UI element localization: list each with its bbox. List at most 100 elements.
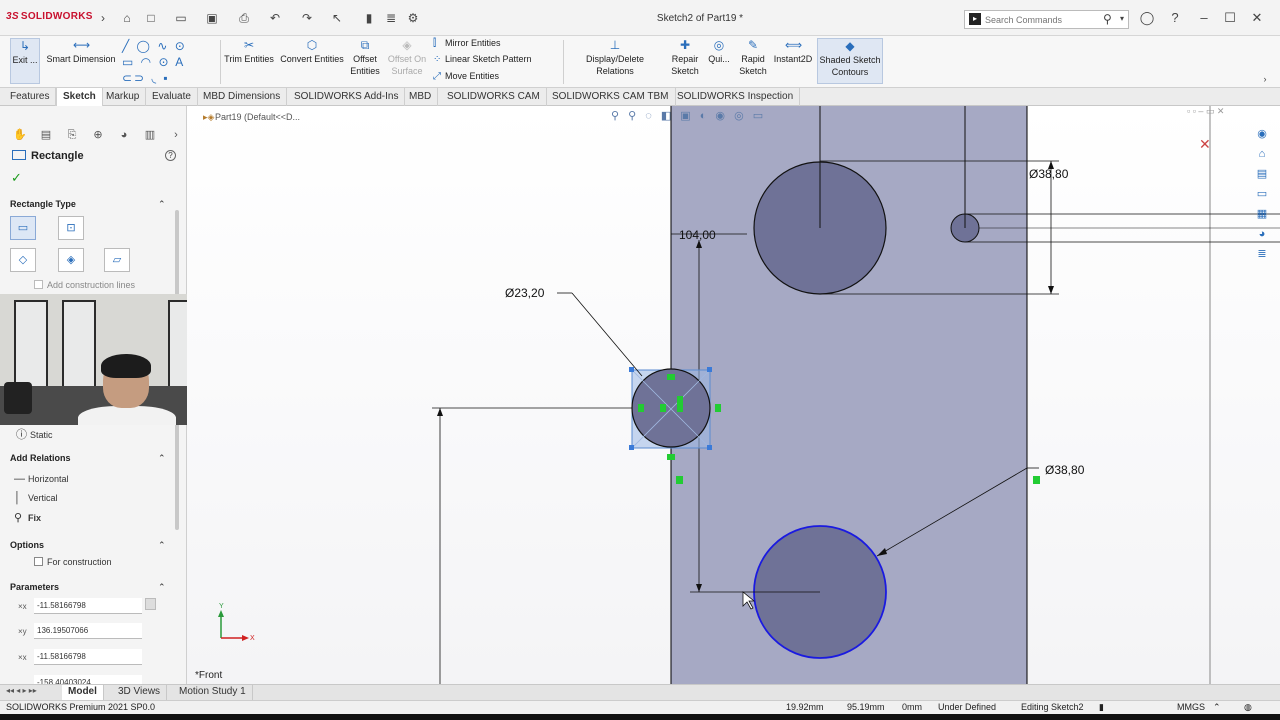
relation-fix[interactable]: ⚲ Fix — [14, 511, 41, 524]
search-commands-box[interactable]: ▸ ⚲ ▾ — [964, 10, 1129, 29]
linear-pattern-button[interactable]: ⁘ Linear Sketch Pattern — [433, 54, 532, 65]
file-explorer-icon[interactable]: ▭ — [1254, 186, 1270, 202]
close-icon[interactable]: ✕ — [1249, 10, 1265, 26]
status-tooltip-icon[interactable]: ◍ — [1244, 702, 1252, 713]
help-icon[interactable]: ? — [165, 150, 176, 161]
offset-entities-button[interactable]: ⧉ Offset Entities — [348, 38, 382, 77]
configuration-manager-icon[interactable]: ⎘ — [64, 127, 80, 143]
param-x1-input[interactable] — [34, 598, 142, 614]
chevron-up-icon[interactable]: ⌃ — [158, 199, 166, 210]
center-rectangle-button[interactable]: ⊡ — [58, 216, 84, 240]
feature-tree-flyout[interactable]: ▸◈Part19 (Default<<D... — [203, 112, 300, 123]
cam-manager-icon[interactable]: ▥ — [142, 127, 158, 143]
select-arrow-icon[interactable]: ↖ — [328, 9, 346, 27]
relation-horizontal[interactable]: — Horizontal — [14, 473, 69, 485]
view-palette-icon[interactable]: ▦ — [1254, 206, 1270, 222]
tab-evaluate[interactable]: Evaluate — [146, 88, 198, 106]
exit-sketch-button[interactable]: ↳ Exit ... — [10, 38, 40, 84]
line-circle-spline-row[interactable]: ╱ ◯ ∿ ⊙ — [122, 38, 220, 54]
design-library-icon[interactable]: ▤ — [1254, 166, 1270, 182]
offset-on-surface-button[interactable]: ◈ Offset On Surface — [385, 38, 429, 77]
chevron-down-icon[interactable]: ▾ — [1120, 14, 1124, 23]
param-y2-input[interactable] — [34, 675, 142, 684]
rebuild-indicator-icon[interactable]: ▮ — [1099, 702, 1104, 713]
tab-features[interactable]: Features — [4, 88, 57, 106]
tab-3d-views[interactable]: 3D Views — [112, 685, 168, 700]
tab-model[interactable]: Model — [62, 685, 104, 700]
parameters-header[interactable]: Parameters — [10, 582, 59, 592]
trim-entities-button[interactable]: ✂ Trim Entities — [222, 38, 276, 65]
appearances-icon[interactable]: ◕ — [1254, 226, 1270, 242]
dimension-linear[interactable]: 104,00 — [679, 228, 716, 242]
status-units[interactable]: MMGS — [1177, 702, 1205, 712]
property-manager-icon[interactable]: ▤ — [38, 127, 54, 143]
print-icon[interactable]: ⎙ — [235, 9, 253, 27]
rectangle-arc-polygon-row[interactable]: ▭ ◠ ⊙ A — [122, 54, 220, 70]
param-x2-input[interactable] — [34, 649, 142, 665]
panel-more-icon[interactable]: › — [168, 127, 184, 143]
rebuild-icon[interactable]: ▮ — [360, 9, 378, 27]
tab-markup[interactable]: Markup — [100, 88, 147, 106]
repair-sketch-button[interactable]: ✚ Repair Sketch — [668, 38, 702, 77]
dimension-top-right[interactable]: Ø38,80 — [1029, 167, 1069, 181]
dimension-bottom-right[interactable]: Ø38,80 — [1045, 463, 1085, 477]
custom-properties-icon[interactable]: ≣ — [1254, 246, 1270, 262]
slot-fillet-point-row[interactable]: ⊂⊃ ◟ ▪ — [122, 70, 220, 86]
tab-motion-study-1[interactable]: Motion Study 1 — [173, 685, 253, 700]
dimension-left[interactable]: Ø23,20 — [505, 286, 545, 300]
solidworks-resources-icon[interactable]: ◉ — [1254, 126, 1270, 142]
options-gear-icon[interactable]: ⚙ — [404, 9, 422, 27]
home-icon[interactable]: ⌂ — [1254, 146, 1270, 162]
save-icon[interactable]: ▣ — [203, 9, 221, 27]
rapid-sketch-button[interactable]: ✎ Rapid Sketch — [737, 38, 769, 77]
search-commands-input[interactable] — [985, 13, 1095, 26]
add-relations-header[interactable]: Add Relations — [10, 453, 71, 463]
home-icon[interactable]: ⌂ — [118, 9, 136, 27]
rectangle-type-header[interactable]: Rectangle Type — [10, 199, 76, 209]
chevron-up-icon[interactable]: ⌃ — [158, 582, 166, 593]
three-point-corner-rectangle-button[interactable]: ◇ — [10, 248, 36, 272]
instant2d-button[interactable]: ⟺ Instant2D — [771, 38, 815, 65]
ribbon-scroll-icon[interactable]: › — [1256, 70, 1274, 88]
tab-solidworks-add-ins[interactable]: SOLIDWORKS Add-Ins — [288, 88, 406, 106]
corner-rectangle-button[interactable]: ▭ — [10, 216, 36, 240]
tab-mbd[interactable]: MBD — [403, 88, 439, 106]
three-point-center-rectangle-button[interactable]: ◈ — [58, 248, 84, 272]
tab-nav-arrows[interactable]: ◂◂ ◂ ▸ ▸▸ — [6, 686, 37, 695]
feature-manager-icon[interactable]: ✋ — [12, 127, 28, 143]
quick-snaps-button[interactable]: ◎ Qui... — [704, 38, 734, 65]
search-icon[interactable]: ⚲ — [1103, 12, 1112, 26]
shaded-sketch-contours-button[interactable]: ◆ Shaded Sketch Contours — [817, 38, 883, 84]
sketch-entity-tools[interactable]: ╱ ◯ ∿ ⊙ ▭ ◠ ⊙ A ⊂⊃ ◟ ▪ — [122, 38, 220, 86]
chevron-up-icon[interactable]: ⌃ — [158, 540, 166, 551]
display-manager-icon[interactable]: ◕ — [116, 127, 132, 143]
user-account-icon[interactable]: ◯ — [1139, 10, 1155, 26]
tab-solidworks-cam[interactable]: SOLIDWORKS CAM — [441, 88, 547, 106]
add-construction-lines-checkbox[interactable]: Add construction lines — [34, 280, 135, 290]
undo-icon[interactable]: ↶ — [266, 9, 284, 27]
file-properties-icon[interactable]: ≣ — [382, 9, 400, 27]
mirror-entities-button[interactable]: ⫿ Mirror Entities — [433, 38, 501, 49]
maximize-icon[interactable]: ☐ — [1222, 10, 1238, 26]
menu-arrow-icon[interactable]: › — [94, 9, 112, 27]
search-type-icon[interactable]: ▸ — [969, 13, 981, 25]
options-header[interactable]: Options — [10, 540, 44, 550]
minimize-icon[interactable]: – — [1196, 10, 1212, 26]
open-folder-icon[interactable]: ▭ — [172, 9, 190, 27]
convert-entities-button[interactable]: ⬡ Convert Entities — [278, 38, 346, 65]
chevron-up-icon[interactable]: ⌃ — [158, 453, 166, 464]
new-document-icon[interactable]: □ — [142, 9, 160, 27]
param-y1-input[interactable] — [34, 623, 142, 639]
heads-up-view-toolbar[interactable]: ⚲ ⚲ ◌ ◧ ▣ ◐ ◉ ◎ ▭ — [611, 109, 851, 125]
tab-mbd-dimensions[interactable]: MBD Dimensions — [197, 88, 288, 106]
redo-icon[interactable]: ↷ — [298, 9, 316, 27]
move-entities-button[interactable]: ⤢ Move Entities — [433, 71, 499, 82]
solidworks-logo[interactable]: 3S SOLIDWORKS — [6, 11, 93, 22]
display-delete-relations-button[interactable]: ⊥ Display/Delete Relations — [566, 38, 664, 77]
tab-sketch[interactable]: Sketch — [56, 88, 103, 106]
tab-solidworks-cam-tbm[interactable]: SOLIDWORKS CAM TBM — [546, 88, 676, 106]
sketch-confirm-corner[interactable]: ✕ — [1199, 136, 1211, 153]
help-icon[interactable]: ? — [1167, 10, 1183, 26]
ok-checkmark-button[interactable]: ✓ — [11, 170, 22, 186]
tab-solidworks-inspection[interactable]: SOLIDWORKS Inspection — [671, 88, 801, 106]
